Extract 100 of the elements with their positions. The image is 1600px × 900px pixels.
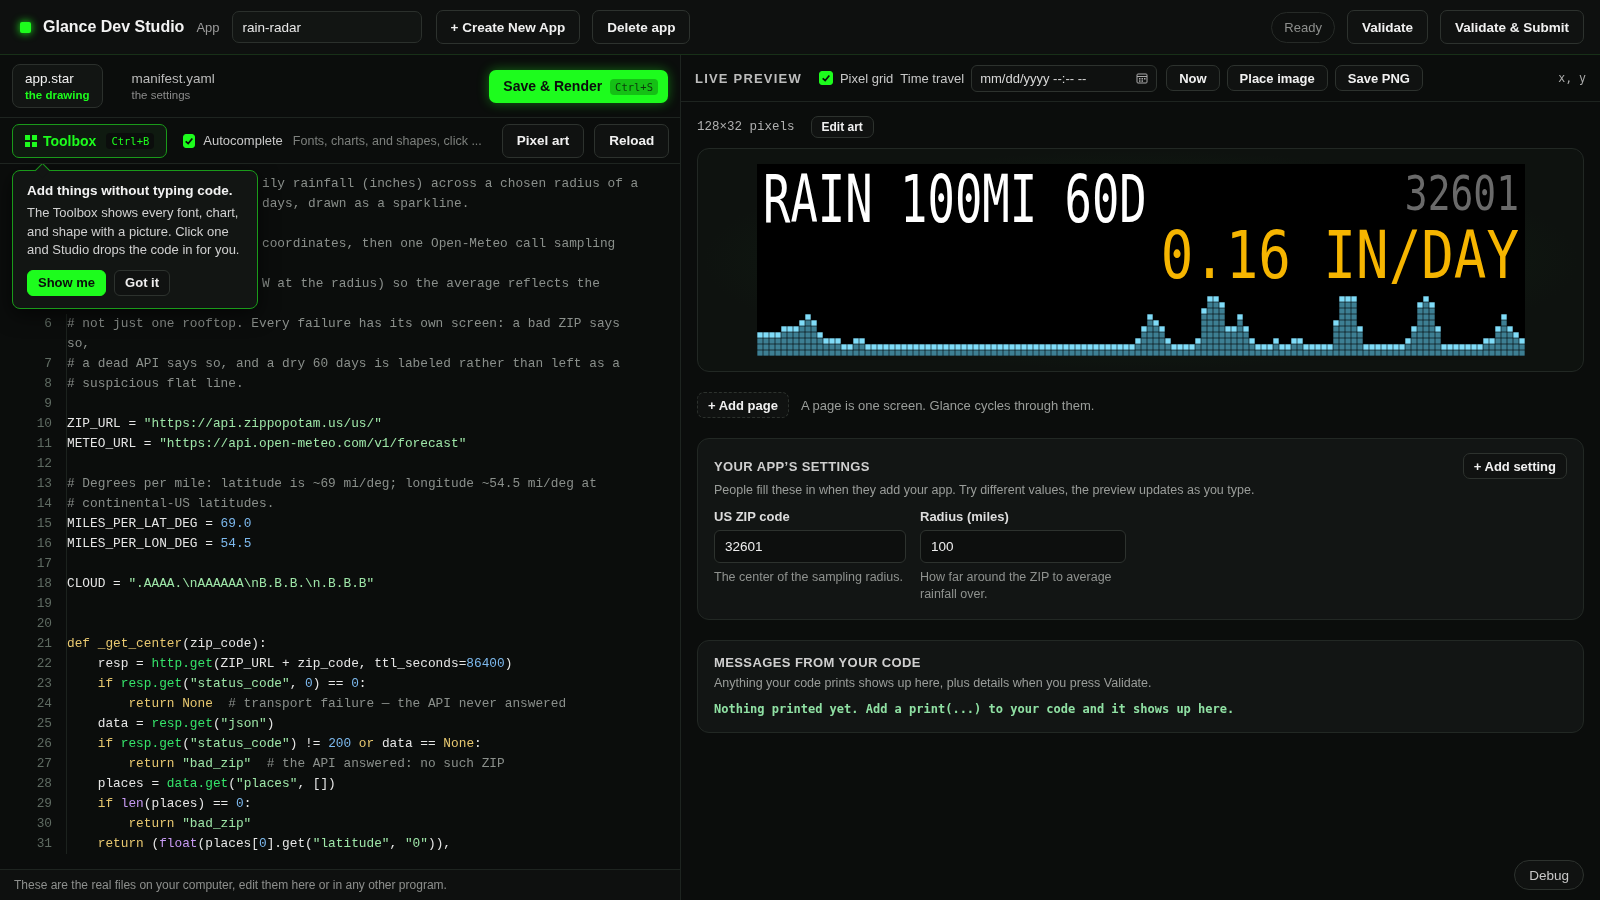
preview-button[interactable]: Place image: [1226, 65, 1328, 91]
cursor-coordinates: x, y: [1558, 71, 1586, 85]
code-line: if resp.get("status_code") != 200 or data == None:: [96, 735, 483, 753]
preview-button[interactable]: Now: [1166, 65, 1220, 91]
code-line: return "bad_zip": [127, 815, 253, 833]
line-number: 22: [0, 654, 67, 674]
calendar-icon[interactable]: [1136, 71, 1149, 84]
app-label: App: [196, 19, 220, 35]
code-line: return "bad_zip" # the API answered: no such ZIP: [127, 755, 506, 773]
line-number: 13: [0, 474, 67, 494]
field-help: The center of the sampling radius.: [714, 569, 904, 586]
code-line: W at the radius) so the average reflects the: [262, 275, 600, 293]
validate-button[interactable]: Validate & Submit: [1439, 10, 1584, 44]
checkmark-icon: [820, 73, 831, 83]
tip-button[interactable]: Got it: [114, 269, 170, 296]
toolbar-button[interactable]: + Create New App: [435, 10, 581, 44]
line-number: 31: [0, 834, 67, 854]
code-line: METEO_URL = "https://api.open-meteo.com/v1/forecast": [67, 435, 468, 453]
line-number: 25: [0, 714, 67, 734]
file-tab[interactable]: app.star the drawing: [12, 64, 103, 108]
autocomplete-checkbox[interactable]: [183, 133, 196, 148]
line-number: 10: [0, 414, 67, 434]
line-number: 7: [0, 354, 67, 374]
autocomplete-label: Autocomplete: [203, 133, 283, 148]
tip-text: The Toolbox shows every font, chart, and shape with a picture. Click one and Studio drops the code in for you.: [27, 204, 241, 259]
line-number: 27: [0, 754, 67, 774]
line-number: 18: [0, 574, 67, 594]
field-label: Radius (miles): [920, 509, 1010, 524]
field-help: How far around the ZIP to average rainfall over.: [920, 569, 1113, 603]
setting-field[interactable]: 100: [920, 530, 1126, 563]
code-line: ily rainfall (inches) across a chosen radius of a: [262, 175, 639, 193]
code-line: # a dead API says so, and a dry 60 days is labeled rather than left as a: [67, 355, 621, 373]
line-number: 28: [0, 774, 67, 794]
tip-title: Add things without typing code.: [27, 183, 234, 198]
date-time-field[interactable]: mm/dd/yyyy --:-- --: [971, 64, 1158, 92]
line-number: 24: [0, 694, 67, 714]
debug-button[interactable]: Debug: [1514, 860, 1584, 890]
code-line: return None # transport failure — the API never answered: [127, 695, 568, 713]
pixel-grid-label: Pixel grid: [839, 70, 894, 86]
toolbox-hint: Fonts, charts, and shapes, click ...: [292, 133, 482, 148]
tip-button[interactable]: Show me: [27, 269, 107, 296]
line-number: 20: [0, 614, 67, 634]
line-number: 17: [0, 554, 67, 574]
toolbar-button[interactable]: Delete app: [592, 10, 691, 44]
code-line: coordinates, then one Open-Meteo call sampling: [262, 235, 616, 253]
code-line: ZIP_URL = "https://api.zippopotam.us/us/": [67, 415, 383, 433]
console-output: Nothing printed yet. Add a print(...) to your code and it shows up here.: [714, 702, 1236, 716]
setting-field[interactable]: 32601: [714, 530, 906, 563]
messages-title: MESSAGES FROM YOUR CODE: [714, 655, 922, 670]
code-line: resp = http.get(ZIP_URL + zip_code, ttl_seconds=86400): [96, 655, 514, 673]
checkmark-icon: [184, 135, 195, 146]
app-name-field[interactable]: rain-radar: [231, 11, 422, 43]
save-render-button[interactable]: Save & Render Ctrl+S: [489, 69, 668, 103]
settings-title: YOUR APP’S SETTINGS: [714, 458, 870, 474]
line-number: 8: [0, 374, 67, 394]
code-line: # continental-US latitudes.: [67, 495, 276, 513]
add-page-button[interactable]: + Add page: [697, 392, 789, 418]
line-number: 16: [0, 534, 67, 554]
edit-art-button[interactable]: Edit art: [810, 116, 874, 138]
editor-button[interactable]: Pixel art: [501, 123, 585, 158]
file-tab[interactable]: manifest.yaml the settings: [118, 64, 228, 108]
line-number: 26: [0, 734, 67, 754]
line-number: 29: [0, 794, 67, 814]
code-line: if len(places) == 0:: [96, 795, 253, 813]
time-travel-label: Time travel: [900, 70, 965, 86]
line-number: 15: [0, 514, 67, 534]
pixel-grid-checkbox[interactable]: [818, 71, 833, 85]
editor-button[interactable]: Reload: [594, 123, 670, 158]
code-line: if resp.get("status_code", 0) == 0:: [96, 675, 368, 693]
code-line: MILES_PER_LAT_DEG = 69.0: [67, 515, 253, 533]
code-line: # Degrees per mile: latitude is ~69 mi/deg; longitude ~54.5 mi/deg at: [67, 475, 598, 493]
validate-button[interactable]: Validate: [1346, 10, 1428, 44]
add-setting-button[interactable]: + Add setting: [1462, 453, 1567, 479]
code-line: def _get_center(zip_code):: [67, 635, 268, 653]
settings-description: People fill these in when they add your app. Try different values, the preview updates as you type.: [714, 483, 1256, 497]
code-line: days, drawn as a sparkline.: [262, 195, 470, 213]
line-number: 9: [0, 394, 67, 414]
code-line: MILES_PER_LON_DEG = 54.5: [67, 535, 253, 553]
code-line: CLOUD = ".AAAA.\nAAAAAA\nB.B.B.\n.B.B.B": [67, 575, 376, 593]
add-page-hint: A page is one screen. Glance cycles through them.: [800, 397, 1095, 413]
line-number: 11: [0, 434, 67, 454]
line-number: 12: [0, 454, 67, 474]
preview-title: LIVE PREVIEW: [695, 70, 802, 86]
canvas-size: 128×32 pixels: [697, 120, 795, 134]
line-number: 6: [0, 314, 67, 354]
messages-description: Anything your code prints shows up here, plus details when you press Validate.: [714, 676, 1153, 690]
field-label: US ZIP code: [714, 509, 791, 524]
code-line: places = data.get("places", []): [96, 775, 337, 793]
line-number: 23: [0, 674, 67, 694]
grid-icon: [25, 134, 37, 147]
logo-icon: [20, 21, 31, 33]
code-line: # not just one rooftop. Every failure has its own screen: a bad ZIP says so,: [67, 315, 621, 353]
code-line: # suspicious flat line.: [67, 375, 245, 393]
line-number: 14: [0, 494, 67, 514]
line-number: 21: [0, 634, 67, 654]
code-line: data = resp.get("json"): [96, 715, 276, 733]
line-number: 30: [0, 814, 67, 834]
toolbox-button[interactable]: Toolbox Ctrl+B: [12, 123, 168, 158]
line-number: 19: [0, 594, 67, 614]
preview-button[interactable]: Save PNG: [1334, 65, 1423, 91]
